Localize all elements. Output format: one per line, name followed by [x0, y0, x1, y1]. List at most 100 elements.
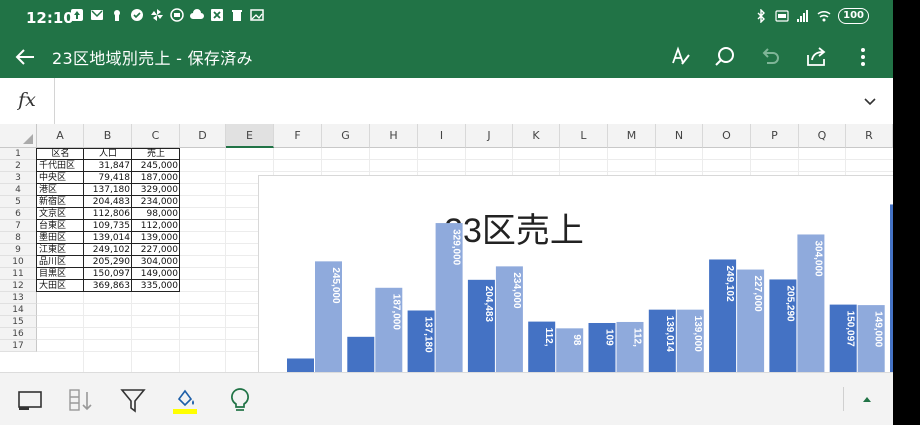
undo-icon[interactable]: [757, 44, 783, 70]
fill-color-swatch: [173, 409, 197, 414]
fill-color-icon[interactable]: [171, 385, 199, 415]
wifi-icon: [817, 10, 831, 22]
table-cell[interactable]: 204,483: [84, 196, 132, 208]
sales-bar-chart[interactable]: 23区売上 245,000 187,000 137,180 329,000 204,48…: [258, 175, 893, 373]
excel-notification-icon: [211, 9, 223, 21]
bar-data-label: 304,000: [812, 240, 823, 277]
bar-data-label: 204,483: [483, 286, 494, 323]
table-cell[interactable]: 文京区: [37, 208, 84, 220]
expand-toolbar-icon[interactable]: [858, 391, 876, 409]
pinwheel-notification-icon: [151, 9, 163, 21]
bar-data-label: 150,097: [845, 311, 856, 348]
table-cell[interactable]: 139,000: [132, 232, 180, 244]
table-cell[interactable]: 目黒区: [37, 268, 84, 280]
bar-data-label: 187,000: [390, 294, 401, 331]
table-cell[interactable]: 112,806: [84, 208, 132, 220]
bar-data-label: 109: [604, 329, 615, 346]
insert-function-button[interactable]: fx: [0, 78, 55, 124]
table-cell[interactable]: 新宿区: [37, 196, 84, 208]
search-icon[interactable]: [712, 44, 738, 70]
table-cell[interactable]: 234,000: [132, 196, 180, 208]
formula-input[interactable]: [60, 78, 840, 124]
volte-icon: [775, 10, 789, 22]
bar-data-label: 139,000: [692, 316, 703, 353]
table-cell[interactable]: 31,847: [84, 160, 132, 172]
table-cell[interactable]: 139,014: [84, 232, 132, 244]
table-cell[interactable]: 304,000: [132, 256, 180, 268]
table-cell[interactable]: 245,000: [132, 160, 180, 172]
bar-population-1[interactable]: [347, 336, 375, 373]
pen-draw-icon[interactable]: [668, 44, 694, 70]
more-options-icon[interactable]: [850, 44, 876, 70]
bar-population-0[interactable]: [287, 358, 314, 373]
table-cell[interactable]: 109,735: [84, 220, 132, 232]
bar-data-label: 249,102: [724, 265, 735, 302]
chart-canvas: 23区売上 245,000 187,000 137,180 329,000 204,48…: [287, 204, 893, 373]
table-cell[interactable]: 江東区: [37, 244, 84, 256]
bar-data-label: 137,180: [423, 316, 434, 353]
share-icon[interactable]: [804, 44, 830, 70]
chevron-down-icon[interactable]: [861, 92, 879, 110]
bar-data-label: 139,014: [664, 316, 675, 353]
table-cell[interactable]: 227,000: [132, 244, 180, 256]
table-cell[interactable]: 149,000: [132, 268, 180, 280]
bar-data-label: 205,290: [784, 285, 795, 322]
bar-data-label: 329,000: [451, 229, 462, 266]
status-bar: 12:10 100: [0, 0, 893, 36]
upload-notification-icon: [71, 9, 83, 21]
bar-data-label: 227,000: [752, 276, 763, 313]
table-header-cell[interactable]: 売上: [132, 148, 180, 160]
bar-data-label: 245,000: [330, 267, 341, 304]
table-cell[interactable]: 150,097: [84, 268, 132, 280]
bar-population-10[interactable]: [890, 204, 893, 373]
bottom-toolbar: [0, 372, 893, 425]
table-cell[interactable]: 369,863: [84, 280, 132, 292]
status-clock: 12:10: [26, 9, 74, 27]
table-cell[interactable]: 大田区: [37, 280, 84, 292]
table-cell[interactable]: 墨田区: [37, 232, 84, 244]
bar-data-label: 149,000: [873, 311, 884, 348]
table-cell[interactable]: 港区: [37, 184, 84, 196]
freeze-panes-icon[interactable]: [67, 385, 95, 415]
table-cell[interactable]: 329,000: [132, 184, 180, 196]
bluetooth-icon: [757, 9, 766, 23]
sheet-view-icon[interactable]: [16, 385, 44, 415]
table-header-cell[interactable]: 区名: [37, 148, 84, 160]
back-arrow-icon[interactable]: [12, 44, 38, 70]
gmail-notification-icon: [91, 10, 103, 20]
bar-data-label: 112,: [632, 328, 643, 347]
table-cell[interactable]: 中央区: [37, 172, 84, 184]
chat-notification-icon: [170, 8, 184, 22]
table-cell[interactable]: 112,000: [132, 220, 180, 232]
toolbar-divider: [843, 387, 844, 411]
bar-data-label: 112,: [543, 328, 554, 347]
bar-data-label: 98: [571, 334, 582, 346]
table-cell[interactable]: 台東区: [37, 220, 84, 232]
table-cell[interactable]: 187,000: [132, 172, 180, 184]
trash-notification-icon: [232, 10, 242, 21]
table-cell[interactable]: 335,000: [132, 280, 180, 292]
system-status: 100: [754, 8, 869, 24]
battery-indicator: 100: [838, 8, 869, 24]
table-cell[interactable]: 98,000: [132, 208, 180, 220]
filter-icon[interactable]: [119, 385, 147, 415]
document-title: 23区地域別売上 - 保存済み: [52, 49, 253, 68]
table-cell[interactable]: 205,290: [84, 256, 132, 268]
app-bar: 23区地域別売上 - 保存済み: [0, 36, 893, 78]
ideas-lightbulb-icon[interactable]: [226, 385, 254, 415]
cell-signal-icon: [797, 10, 809, 22]
check-notification-icon: [131, 9, 143, 21]
cloud-notification-icon: [190, 9, 204, 19]
table-cell[interactable]: 137,180: [84, 184, 132, 196]
excel-app-screen: 12:10 100 23区地域別売上 - 保存済み fx A B C D E F…: [0, 0, 893, 425]
table-cell[interactable]: 千代田区: [37, 160, 84, 172]
table-cell[interactable]: 品川区: [37, 256, 84, 268]
formula-bar: fx: [0, 78, 893, 125]
table-header-cell[interactable]: 人口: [84, 148, 132, 160]
table-cell[interactable]: 249,102: [84, 244, 132, 256]
photo-notification-icon: [250, 9, 264, 21]
chart-bars: 245,000 187,000 137,180 329,000 204,483 234,0…: [287, 204, 893, 373]
table-cell[interactable]: 79,418: [84, 172, 132, 184]
keyhole-notification-icon: [114, 10, 120, 21]
chart-title: 23区売上: [444, 212, 584, 250]
